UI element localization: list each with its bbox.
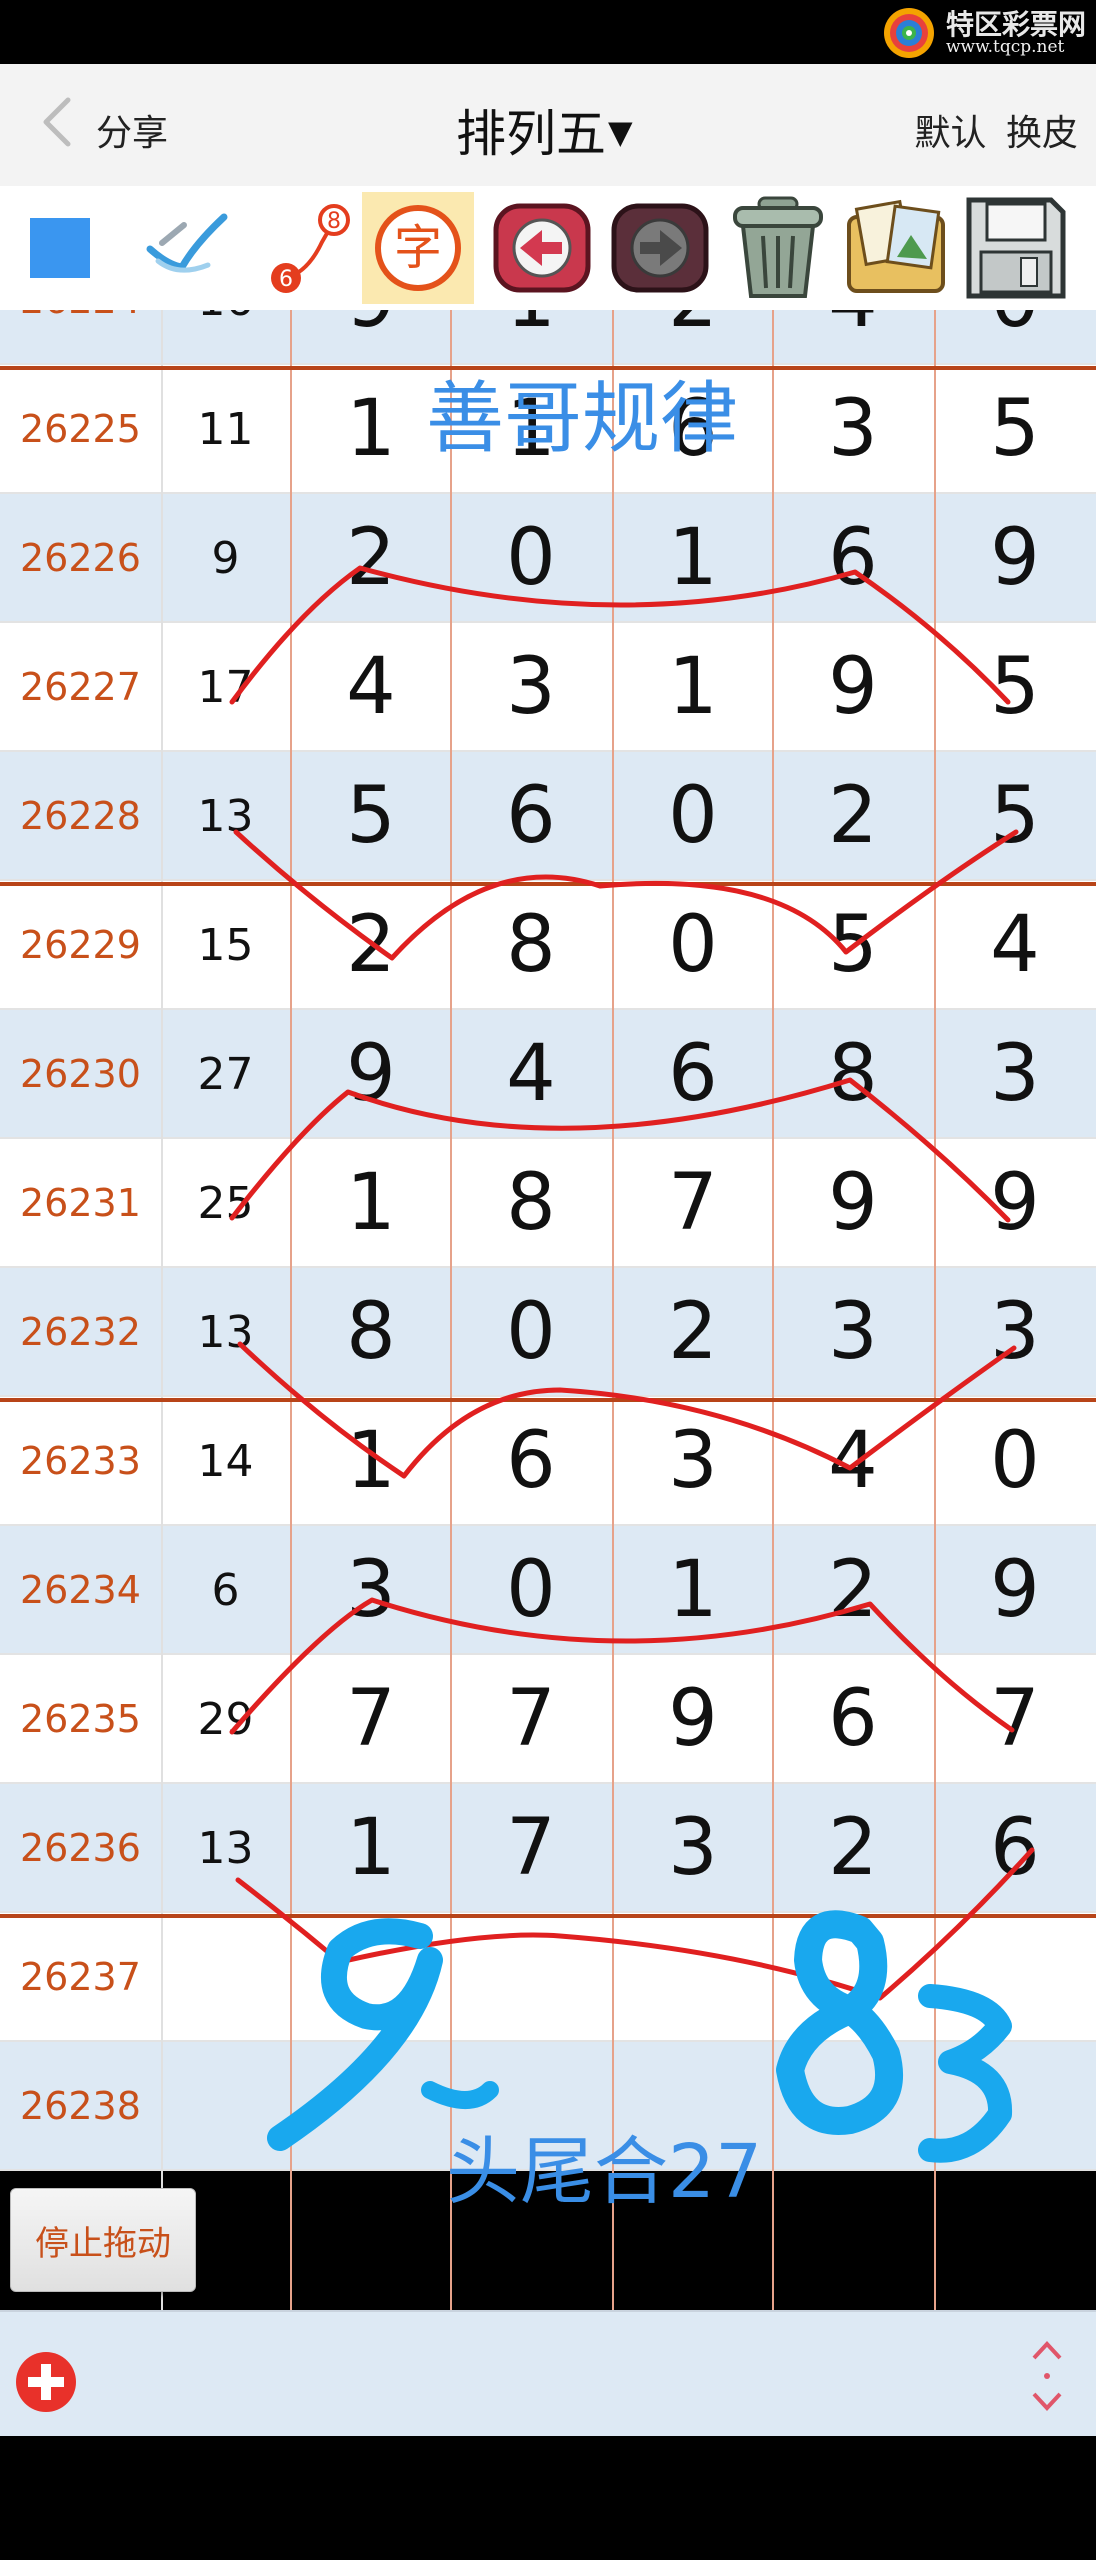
red-pen-line [237, 1341, 1017, 1479]
default-button[interactable]: 默认 [915, 113, 987, 154]
change-skin-button[interactable]: 换皮 [1006, 113, 1078, 154]
watermark: 特区彩票网 www.tqcp.net [882, 8, 1086, 58]
trash-icon [733, 196, 823, 298]
color-picker-button[interactable] [4, 192, 116, 304]
add-plus-icon[interactable] [14, 2350, 78, 2414]
status-bar: 特区彩票网 www.tqcp.net [0, 0, 1096, 64]
redo-arrow-icon [611, 203, 709, 293]
drawing-overlay [229, 565, 1035, 2163]
red-pen-line [233, 829, 1019, 961]
header-actions: 默认 换皮 [915, 104, 1078, 156]
undo-arrow-icon [493, 203, 591, 293]
resize-arrows-icon[interactable] [1022, 2338, 1072, 2414]
line-tool-button[interactable]: 8 6 [246, 192, 358, 304]
color-square-icon [30, 218, 90, 278]
back-chevron-icon[interactable] [30, 92, 90, 152]
watermark-url: www.tqcp.net [945, 36, 1065, 57]
results-grid[interactable]: 26238 26237 26236 13 1 7 3 2 6 26235 29 7 7 9 6 7 26234 6… [0, 310, 1096, 2310]
clear-trash-button[interactable] [722, 192, 834, 304]
handwritten-nine [267, 1918, 499, 2151]
drawing-toolbar: 8 6 字 [0, 186, 1096, 310]
red-pen-line [229, 1597, 1015, 1735]
red-pen-line [229, 1077, 1011, 1223]
save-button[interactable] [960, 192, 1072, 304]
handwritten-three [918, 1984, 1013, 2163]
text-tool-icon: 字 [375, 205, 461, 291]
undo-button[interactable] [486, 192, 598, 304]
line-start-label: 6 [279, 267, 293, 292]
redo-button[interactable] [604, 192, 716, 304]
lottery-type-selector[interactable]: 排列五▼ [456, 94, 633, 166]
text-tool-label: 字 [394, 220, 442, 276]
pen-check-icon [146, 213, 228, 273]
annotation-title: 善哥规律 [426, 374, 739, 464]
stop-drag-button[interactable]: 停止拖动 [10, 2188, 196, 2292]
text-tool-button[interactable]: 字 [362, 192, 474, 304]
photo-button[interactable] [840, 192, 952, 304]
dropdown-caret-icon: ▼ [608, 113, 633, 151]
bottom-bar [0, 2310, 1096, 2436]
site-logo-icon [883, 8, 934, 58]
red-pen-line [229, 565, 1011, 705]
line-connect-icon: 8 6 [271, 204, 350, 293]
photo-icon [847, 199, 945, 293]
line-end-label: 8 [327, 209, 341, 234]
handwritten-eight [776, 1910, 904, 2135]
app-header: 分享 排列五▼ 默认 换皮 [0, 64, 1096, 186]
share-button[interactable]: 分享 [96, 104, 168, 156]
save-icon [966, 197, 1066, 299]
pen-tool-button[interactable] [132, 192, 244, 304]
watermark-title: 特区彩票网 [945, 7, 1086, 41]
system-nav-bar [0, 2436, 1096, 2560]
page-title: 排列五 [456, 105, 606, 163]
annotation-bottom-text: 头尾合27 [446, 2129, 763, 2215]
